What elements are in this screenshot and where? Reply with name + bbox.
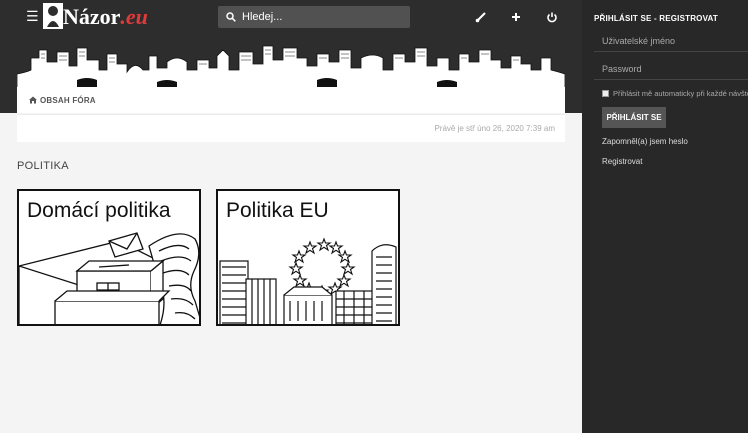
- home-icon: [29, 96, 37, 104]
- forum-card-domaci-politika[interactable]: Domácí politika: [17, 189, 201, 326]
- username-input[interactable]: [594, 30, 748, 52]
- forum-title[interactable]: Politika EU: [226, 199, 329, 223]
- city-skyline-illustration: [17, 45, 565, 88]
- breadcrumb-home-link[interactable]: OBSAH FÓRA: [40, 96, 96, 105]
- logo-figure-icon: [43, 3, 63, 29]
- site-logo[interactable]: Názor.eu: [43, 3, 163, 31]
- forgot-password-link[interactable]: Zapomněl(a) jsem heslo: [602, 137, 688, 146]
- remember-checkbox[interactable]: [602, 90, 609, 97]
- logo-text: Názor.eu: [63, 4, 148, 29]
- breadcrumb: OBSAH FÓRA: [17, 87, 565, 113]
- search-box[interactable]: [218, 6, 410, 28]
- remember-label: Přihlásit mě automaticky při každé návšt…: [613, 89, 748, 98]
- category-title[interactable]: POLITIKA: [17, 160, 69, 172]
- forum-title[interactable]: Domácí politika: [27, 199, 171, 223]
- sidebar-title: PŘIHLÁSIT SE - REGISTROVAT: [594, 14, 719, 23]
- menu-icon[interactable]: ☰: [26, 9, 39, 25]
- password-input[interactable]: [594, 58, 748, 80]
- register-link[interactable]: Registrovat: [602, 157, 642, 166]
- current-time-bar: Právě je stř úno 26, 2020 7:39 am: [17, 114, 565, 142]
- brush-icon[interactable]: [474, 10, 488, 24]
- forum-card-politika-eu[interactable]: Politika EU: [216, 189, 400, 326]
- search-icon: [226, 12, 236, 22]
- search-input[interactable]: [242, 11, 392, 23]
- remember-me[interactable]: Přihlásit mě automaticky při každé návšt…: [602, 89, 748, 98]
- login-sidebar: PŘIHLÁSIT SE - REGISTROVAT Přihlásit mě …: [582, 0, 748, 433]
- current-time: Právě je stř úno 26, 2020 7:39 am: [434, 124, 555, 133]
- power-icon[interactable]: [545, 10, 559, 24]
- plus-icon[interactable]: [509, 10, 523, 24]
- login-button[interactable]: PŘIHLÁSIT SE: [602, 107, 666, 128]
